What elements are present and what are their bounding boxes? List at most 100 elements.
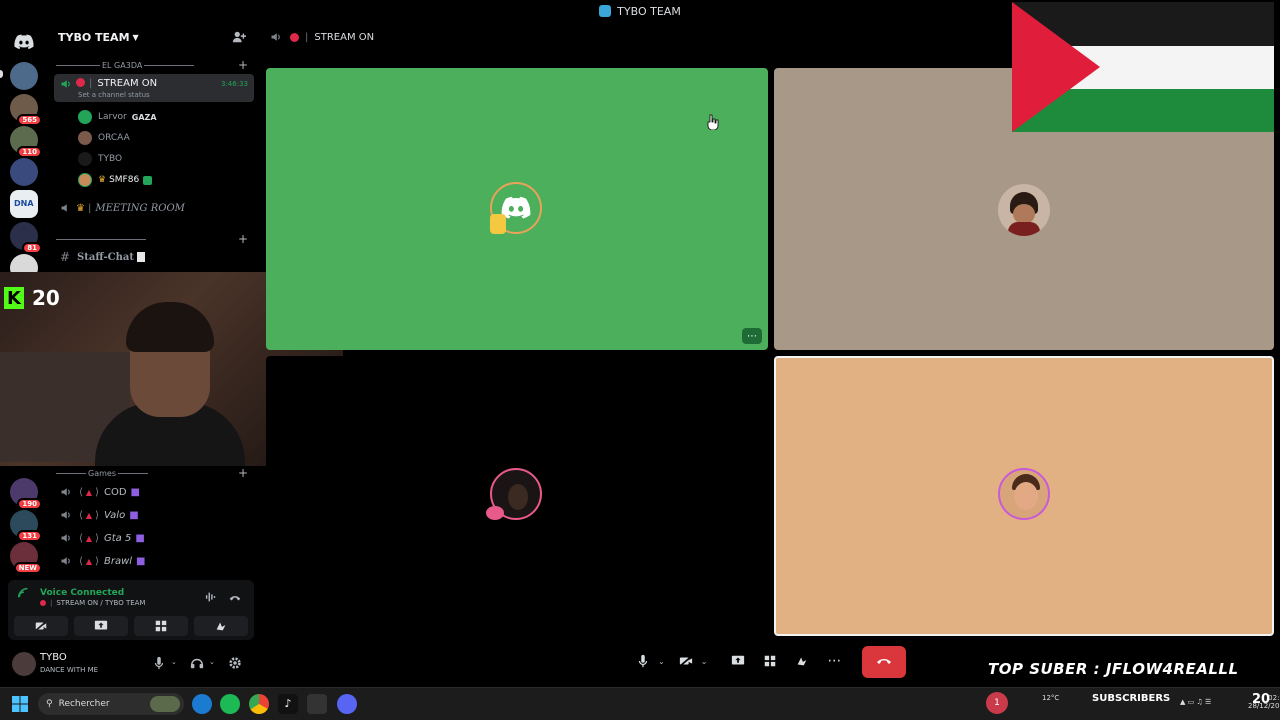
voice-channel-meeting-room[interactable]: ♛ | MEETING ROOM <box>54 198 254 218</box>
chevron-down-icon[interactable]: ⌄ <box>171 658 177 666</box>
system-tray-icons[interactable]: ▲ ▭ ♫ ☰ <box>1180 698 1211 706</box>
screen-share-icon <box>94 620 108 630</box>
screen-share-button[interactable] <box>74 616 128 636</box>
discord-home-button[interactable] <box>10 28 38 56</box>
microphone-icon[interactable] <box>152 656 166 670</box>
speaker-icon <box>61 557 70 565</box>
avatar <box>998 184 1050 236</box>
participant-tile[interactable] <box>266 356 768 636</box>
tiktok-icon[interactable]: ♪ <box>278 694 298 714</box>
chrome-icon[interactable] <box>249 694 269 714</box>
live-dot-icon <box>76 78 85 87</box>
add-channel-icon[interactable]: + <box>238 466 248 480</box>
guild-header[interactable]: TYBO TEAM ▼ <box>48 22 258 52</box>
chevron-down-icon[interactable]: ⌄ <box>658 657 665 666</box>
disconnect-call-button[interactable] <box>862 646 906 678</box>
voice-member[interactable]: Larvor GAZA <box>78 108 157 126</box>
member-name: Larvor <box>98 112 127 122</box>
category-staff[interactable]: + <box>56 232 252 246</box>
camera-button[interactable] <box>675 650 697 672</box>
speaker-icon <box>61 204 67 212</box>
speaker-icon <box>61 488 70 496</box>
server-item[interactable] <box>10 62 38 90</box>
snail-decoration-icon <box>486 506 504 520</box>
noise-suppression-icon[interactable] <box>204 590 218 604</box>
disconnect-icon[interactable] <box>228 590 242 604</box>
chevron-down-icon[interactable]: ⌄ <box>209 658 215 666</box>
voice-channel-cod[interactable]: ⟨ ▲ ⟩ COD ■ <box>54 482 254 502</box>
channel-timer: 3:46:33 <box>221 80 248 88</box>
activities-button[interactable] <box>759 650 781 672</box>
headphones-icon[interactable] <box>190 656 204 670</box>
more-options-button[interactable]: ⋯ <box>742 328 762 344</box>
user-custom-status: DANCE WITH ME <box>40 666 99 674</box>
signal-icon[interactable] <box>16 586 30 600</box>
microphone-button[interactable] <box>632 650 654 672</box>
obs-icon[interactable] <box>307 694 327 714</box>
server-item[interactable]: NEW <box>10 542 42 574</box>
voice-channel-gta5[interactable]: ⟨ ▲ ⟩ Gta 5 ■ <box>54 528 254 548</box>
window-title: TYBO TEAM <box>617 4 681 18</box>
weather-temp: 12°C <box>1042 694 1060 702</box>
windows-start-icon[interactable] <box>12 696 28 712</box>
server-item[interactable]: 81 <box>10 222 42 254</box>
category-el-gaada[interactable]: EL GA3DA + <box>56 58 252 72</box>
big-time-overlay: 20 <box>1252 692 1271 707</box>
warning-icon: ▲ <box>85 556 93 566</box>
taskbar-search-input[interactable]: ⚲ Rechercher <box>38 693 184 715</box>
voice-channel-valo[interactable]: ⟨ ▲ ⟩ Valo ■ <box>54 505 254 525</box>
server-item[interactable]: 565 <box>10 94 42 126</box>
server-item[interactable]: 110 <box>10 126 42 158</box>
server-item[interactable] <box>10 158 38 186</box>
crown-icon: ♛ <box>76 202 85 214</box>
soundboard-button[interactable] <box>194 616 248 636</box>
warning-icon: ▲ <box>85 510 93 520</box>
voice-channel-stream-on[interactable]: | STREAM ON 3:46:33 Set a channel status <box>54 74 254 102</box>
speaker-icon <box>61 511 70 519</box>
voice-member[interactable]: ♛ SMF86 <box>78 171 153 189</box>
server-item[interactable]: 190 <box>10 478 42 510</box>
unread-badge: 565 <box>17 114 42 126</box>
edge-browser-icon[interactable] <box>192 694 212 714</box>
gear-icon[interactable] <box>228 656 242 670</box>
add-channel-icon[interactable]: + <box>238 232 248 246</box>
more-options-button[interactable]: ⋯ <box>823 650 845 672</box>
windows-taskbar: ⚲ Rechercher ♪ 1 12°C SUBSCRIBERS ▲ ▭ ♫ … <box>0 687 1280 720</box>
avatar <box>998 468 1050 520</box>
voice-status-subtitle[interactable]: STREAM ON / TYBO TEAM <box>56 599 145 607</box>
channel-name: STREAM ON <box>97 78 158 89</box>
add-channel-icon[interactable]: + <box>238 58 248 72</box>
chevron-down-icon[interactable]: ⌄ <box>701 657 708 666</box>
invite-member-icon[interactable] <box>232 30 246 44</box>
avatar <box>78 110 92 124</box>
hang-up-icon <box>877 659 891 664</box>
channel-status-hint[interactable]: Set a channel status <box>78 91 150 99</box>
server-item-dna[interactable]: DNA <box>10 190 38 218</box>
camera-off-icon <box>34 620 48 632</box>
new-badge: NEW <box>13 562 42 574</box>
verified-icon <box>143 175 153 185</box>
participant-tile-speaking[interactable] <box>774 356 1274 636</box>
discord-taskbar-icon[interactable] <box>337 694 357 714</box>
hashtag-icon: # <box>60 250 71 264</box>
voice-member[interactable]: TYBO <box>78 150 122 168</box>
call-channel-name: STREAM ON <box>314 31 375 43</box>
camera-off-button[interactable] <box>14 616 68 636</box>
channel-name: Gta 5 <box>103 532 132 544</box>
spotify-icon[interactable] <box>220 694 240 714</box>
voice-member[interactable]: ORCAA <box>78 129 130 147</box>
screen-share-button[interactable] <box>727 650 749 672</box>
text-channel-staff-chat[interactable]: # Staff-Chat <box>54 247 254 267</box>
server-icon <box>599 5 612 17</box>
category-games[interactable]: Games + <box>56 466 252 480</box>
voice-channel-brawl[interactable]: ⟨ ▲ ⟩ Brawl ■ <box>54 551 254 571</box>
crown-icon: ♛ <box>98 175 107 185</box>
participant-tile[interactable]: ⋯ <box>266 68 768 350</box>
search-icon: ⚲ <box>46 699 53 709</box>
speaker-icon <box>271 33 280 41</box>
server-item[interactable]: 131 <box>10 510 42 542</box>
activities-button[interactable] <box>134 616 188 636</box>
speaker-icon <box>61 534 70 542</box>
soundboard-button[interactable] <box>791 650 813 672</box>
avatar[interactable] <box>12 652 36 676</box>
